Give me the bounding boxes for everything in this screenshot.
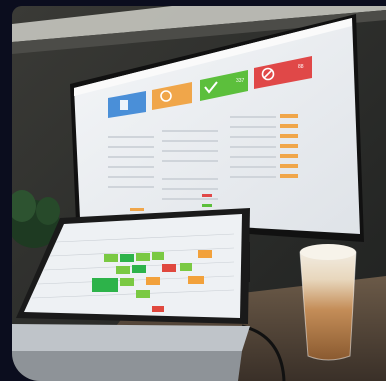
laptop-base — [12, 324, 250, 351]
office-photo: 337 88 — [12, 6, 386, 381]
coffee-glass — [299, 244, 357, 361]
photo-frame: 337 88 — [12, 6, 386, 381]
laptop-keyboard — [12, 351, 242, 381]
tile-red-value: 88 — [298, 64, 304, 70]
tile-green-value: 337 — [236, 78, 245, 84]
document-icon — [120, 100, 128, 110]
